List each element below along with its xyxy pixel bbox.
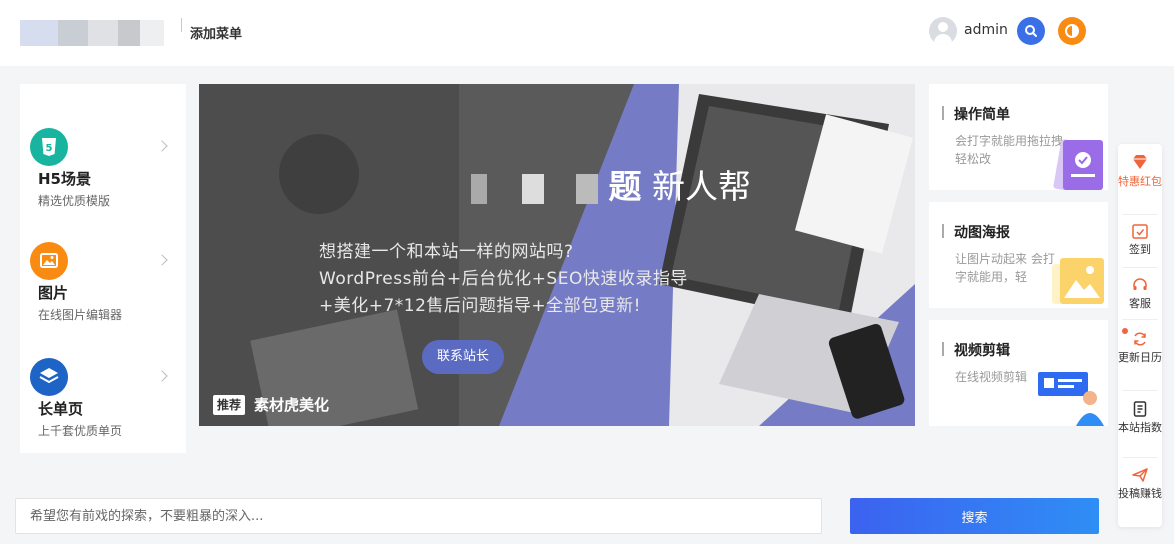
user-avatar[interactable] <box>929 17 957 45</box>
header-search-button[interactable] <box>1017 17 1045 45</box>
header-theme-button[interactable] <box>1058 17 1086 45</box>
logo-block-5 <box>140 20 164 46</box>
half-moon-icon <box>1065 24 1079 38</box>
refresh-icon <box>1134 332 1146 346</box>
card-title: 视频剪辑 <box>954 343 1010 359</box>
feature-card-easy[interactable]: 操作简单 会打字就能用拖拉拽轻松改 <box>929 84 1108 190</box>
chevron-right-icon <box>156 254 168 266</box>
title-accent-bar <box>942 342 944 356</box>
category-subtitle: 在线图片编辑器 <box>38 308 123 322</box>
divider <box>1122 390 1158 391</box>
category-title: 长单页 <box>38 400 84 418</box>
submit-earn-button[interactable]: 投稿赚钱 <box>1118 466 1162 501</box>
headset-icon <box>1133 278 1147 290</box>
banner-line: 想搭建一个和本站一样的网站吗? <box>319 242 574 262</box>
logo-block-4 <box>118 20 140 46</box>
logo-block-3 <box>88 20 118 46</box>
site-index-button[interactable]: 本站指数 <box>1118 400 1162 435</box>
banner-title-rest: 新人帮 <box>652 167 751 206</box>
hero-banner[interactable]: 题 新人帮 想搭建一个和本站一样的网站吗? WordPress前台+后台优化+S… <box>199 84 915 426</box>
toolbar-label: 签到 <box>1129 243 1151 256</box>
recommend-badge: 推荐 <box>213 395 246 415</box>
banner-line: +美化+7*12售后问题指导+全部包更新! <box>319 296 641 316</box>
svg-text:5: 5 <box>46 143 53 154</box>
category-subtitle: 精选优质模版 <box>38 194 111 208</box>
logo-block-2 <box>58 20 88 46</box>
toolbar-label: 特惠红包 <box>1118 175 1162 188</box>
search-button[interactable]: 搜索 <box>850 498 1099 534</box>
top-header: 添加菜单 admin <box>0 0 1174 66</box>
banner-line: WordPress前台+后台优化+SEO快速收录指导 <box>319 269 688 289</box>
divider <box>1122 214 1158 215</box>
banner-title: 题 新人帮 <box>471 160 751 208</box>
document-icon <box>1133 401 1147 417</box>
notification-dot <box>1122 328 1128 334</box>
search-icon <box>1025 25 1037 37</box>
category-h5-scene[interactable]: 5 H5场景 精选优质模版 <box>20 128 186 238</box>
avatar-body <box>934 34 952 45</box>
logo-block-1 <box>20 20 58 46</box>
title-accent-bar <box>942 106 944 120</box>
image-icon <box>30 242 68 280</box>
video-editor-illustration-icon <box>1038 372 1104 426</box>
category-subtitle: 上千套优质单页 <box>38 424 123 438</box>
divider <box>1122 267 1158 268</box>
blurred-block <box>471 173 487 204</box>
banner-caption: 素材虎美化 <box>254 396 330 414</box>
diamond-icon <box>1133 155 1147 169</box>
contact-admin-button[interactable]: 联系站长 <box>422 340 504 374</box>
paper-plane-icon <box>1132 468 1148 482</box>
feature-card-animated-poster[interactable]: 动图海报 让图片动起来 会打字就能用，轻 <box>929 202 1108 308</box>
username[interactable]: admin <box>964 22 1008 38</box>
checklist-illustration-icon <box>1053 139 1103 190</box>
title-accent-bar <box>942 224 944 238</box>
toolbar-label: 客服 <box>1129 297 1151 310</box>
blurred-block <box>576 173 598 204</box>
category-title: 图片 <box>38 284 69 302</box>
layers-icon <box>30 358 68 396</box>
special-coupon-button[interactable]: 特惠红包 <box>1118 152 1162 189</box>
blurred-block <box>521 173 544 204</box>
add-menu-link[interactable]: 添加菜单 <box>190 23 242 42</box>
calendar-check-icon <box>1132 224 1148 239</box>
chevron-right-icon <box>156 140 168 152</box>
banner-title-char: 题 <box>608 167 642 206</box>
customer-service-button[interactable]: 客服 <box>1118 276 1162 311</box>
card-title: 动图海报 <box>954 225 1010 241</box>
nav-divider <box>181 18 182 32</box>
update-calendar-button[interactable]: 更新日历 <box>1118 328 1162 365</box>
left-category-panel: 5 H5场景 精选优质模版 图片 在线图片编辑器 长单页 上千套优质单页 <box>20 84 186 453</box>
divider <box>1122 319 1158 320</box>
card-title: 操作简单 <box>954 107 1010 123</box>
banner-description: 想搭建一个和本站一样的网站吗? WordPress前台+后台优化+SEO快速收录… <box>319 239 688 320</box>
divider <box>1122 457 1158 458</box>
toolbar-label: 更新日历 <box>1118 351 1162 364</box>
toolbar-label: 投稿赚钱 <box>1118 487 1162 500</box>
search-input[interactable] <box>15 498 822 534</box>
avatar-head <box>938 22 948 32</box>
chevron-right-icon <box>156 370 168 382</box>
feature-card-video-edit[interactable]: 视频剪辑 在线视频剪辑 <box>929 320 1108 426</box>
sign-in-button[interactable]: 签到 <box>1118 222 1162 257</box>
floating-toolbar: 特惠红包 签到 客服 更新日历 本站指数 投稿赚钱 <box>1118 144 1162 527</box>
toolbar-label: 本站指数 <box>1118 421 1162 434</box>
image-illustration-icon <box>1052 258 1104 304</box>
category-image[interactable]: 图片 在线图片编辑器 <box>20 242 186 352</box>
category-long-page[interactable]: 长单页 上千套优质单页 <box>20 358 186 468</box>
html5-icon: 5 <box>30 128 68 166</box>
category-title: H5场景 <box>38 170 91 188</box>
site-logo[interactable] <box>20 14 168 52</box>
